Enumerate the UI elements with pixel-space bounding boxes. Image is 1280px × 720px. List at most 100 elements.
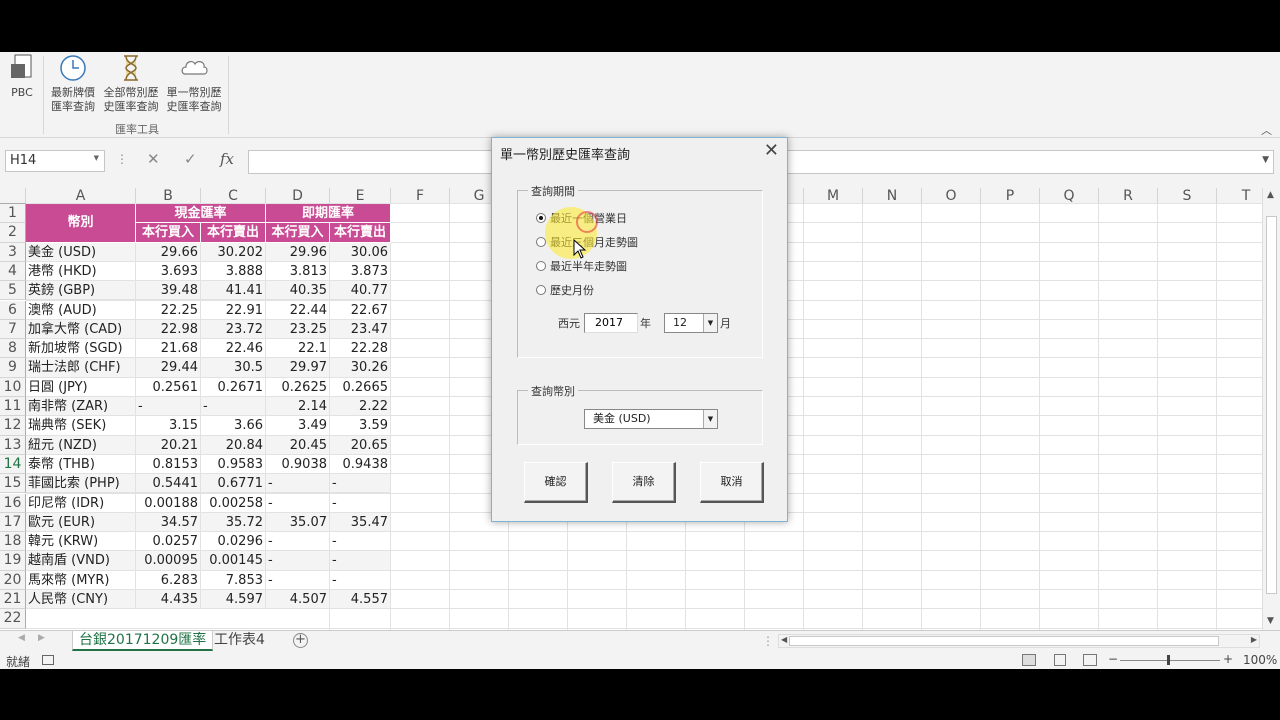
table-cell[interactable]: 30.26 [330,358,391,378]
row-header[interactable]: 16 [0,493,26,513]
row-header[interactable]: 6 [0,300,26,320]
table-cell[interactable]: 29.96 [266,242,330,262]
row-header[interactable]: 18 [0,532,26,552]
row-header[interactable]: 2 [0,223,26,243]
table-cell[interactable]: 0.2671 [201,377,266,397]
table-cell[interactable]: 23.72 [201,319,266,340]
table-cell[interactable]: 人民幣 (CNY) [26,590,136,610]
table-cell[interactable]: 7.853 [201,570,266,590]
table-cell[interactable]: - [330,474,391,494]
row-header[interactable]: 13 [0,435,26,455]
row-header[interactable]: 4 [0,261,26,282]
expand-formula-icon[interactable]: ▼ [1262,155,1269,165]
table-cell[interactable]: 20.21 [136,435,201,455]
table-cell[interactable]: - [266,493,330,513]
table-cell[interactable]: 3.49 [266,416,330,436]
scroll-thumb[interactable] [789,636,1219,646]
normal-view-icon[interactable] [1022,654,1036,666]
table-cell[interactable]: 30.06 [330,242,391,262]
table-cell[interactable]: 34.57 [136,512,201,533]
cancel-button[interactable]: 取消 [700,462,764,503]
column-header[interactable]: Q [1040,188,1099,204]
row-header[interactable]: 3 [0,242,26,262]
column-header[interactable]: C [201,188,266,204]
table-cell[interactable]: 0.00188 [136,493,201,513]
table-cell[interactable]: 22.46 [201,339,266,359]
table-cell[interactable]: 0.9438 [330,454,391,475]
table-cell[interactable]: 39.48 [136,281,201,301]
table-cell[interactable]: 3.873 [330,261,391,282]
table-cell[interactable]: 23.25 [266,319,330,340]
table-cell[interactable]: 0.00095 [136,551,201,571]
scroll-left-icon[interactable]: ◀ [781,635,787,644]
table-cell[interactable]: 0.5441 [136,474,201,494]
row-header[interactable]: 22 [0,609,26,629]
collapse-ribbon-icon[interactable]: ︿ [1261,122,1272,138]
table-cell[interactable]: 馬來幣 (MYR) [26,570,136,590]
column-header[interactable]: R [1099,188,1158,204]
enter-icon[interactable]: ✓ [184,150,197,168]
row-header[interactable]: 20 [0,570,26,590]
table-cell[interactable]: 0.00258 [201,493,266,513]
cancel-icon[interactable]: ✕ [147,150,160,168]
scroll-right-icon[interactable]: ▶ [1251,635,1257,644]
table-cell[interactable]: 22.28 [330,339,391,359]
column-header[interactable]: M [804,188,863,204]
table-cell[interactable]: 30.202 [201,242,266,262]
table-cell[interactable]: 22.91 [201,300,266,320]
table-cell[interactable]: 美金 (USD) [26,242,136,262]
tab-sheet-4[interactable]: 工作表4 [208,631,271,651]
scroll-thumb[interactable] [1266,216,1277,594]
table-cell[interactable]: - [266,570,330,590]
table-cell[interactable]: 0.2665 [330,377,391,397]
close-icon[interactable]: ✕ [764,140,779,161]
table-cell[interactable]: 英鎊 (GBP) [26,281,136,301]
table-cell[interactable]: 南非幣 (ZAR) [26,397,136,417]
table-cell[interactable]: 22.44 [266,300,330,320]
table-cell[interactable]: 35.47 [330,512,391,533]
chevron-down-icon[interactable]: ▼ [703,314,717,332]
horizontal-scrollbar[interactable]: ◀ ▶ [778,634,1260,648]
table-cell[interactable]: - [330,551,391,571]
row-header[interactable]: 12 [0,416,26,436]
column-header[interactable]: O [922,188,981,204]
row-header[interactable]: 5 [0,281,26,301]
insert-function-icon[interactable]: fx [220,150,234,168]
row-header[interactable]: 19 [0,551,26,571]
table-cell[interactable]: 22.98 [136,319,201,340]
add-sheet-button[interactable]: + [293,633,308,648]
tab-prev-icon[interactable]: ◀ [18,633,25,643]
month-select[interactable]: 12 ▼ [664,313,718,333]
table-cell[interactable]: 泰幣 (THB) [26,454,136,475]
table-cell[interactable]: - [266,532,330,552]
table-cell[interactable]: 23.47 [330,319,391,340]
table-cell[interactable]: 4.507 [266,590,330,610]
page-layout-icon[interactable] [1054,654,1066,666]
table-cell[interactable]: 0.00145 [201,551,266,571]
zoom-slider-thumb[interactable] [1167,655,1170,665]
row-header[interactable]: 8 [0,339,26,359]
table-cell[interactable]: 29.97 [266,358,330,378]
table-cell[interactable]: 0.0257 [136,532,201,552]
table-cell[interactable]: 瑞士法郎 (CHF) [26,358,136,378]
table-cell[interactable]: - [330,532,391,552]
table-cell[interactable]: 日圓 (JPY) [26,377,136,397]
table-cell[interactable]: 20.84 [201,435,266,455]
row-header[interactable]: 10 [0,377,26,397]
table-cell[interactable]: - [201,397,266,417]
latest-rate-button[interactable]: 最新牌價 匯率查詢 [46,52,100,114]
table-cell[interactable]: 40.77 [330,281,391,301]
row-header[interactable]: 1 [0,204,26,224]
zoom-in-icon[interactable]: + [1223,652,1233,666]
table-cell[interactable]: 3.813 [266,261,330,282]
table-cell[interactable]: 3.693 [136,261,201,282]
clear-button[interactable]: 清除 [612,462,676,503]
table-cell[interactable]: 瑞典幣 (SEK) [26,416,136,436]
table-cell[interactable]: 歐元 (EUR) [26,512,136,533]
macro-record-icon[interactable] [42,655,54,665]
page-break-icon[interactable] [1083,654,1097,666]
table-cell[interactable]: 0.2561 [136,377,201,397]
radio-history-month[interactable]: 歷史月份 [536,283,594,299]
all-history-button[interactable]: 全部幣別歷 史匯率查詢 [100,52,162,114]
table-cell[interactable]: 0.0296 [201,532,266,552]
